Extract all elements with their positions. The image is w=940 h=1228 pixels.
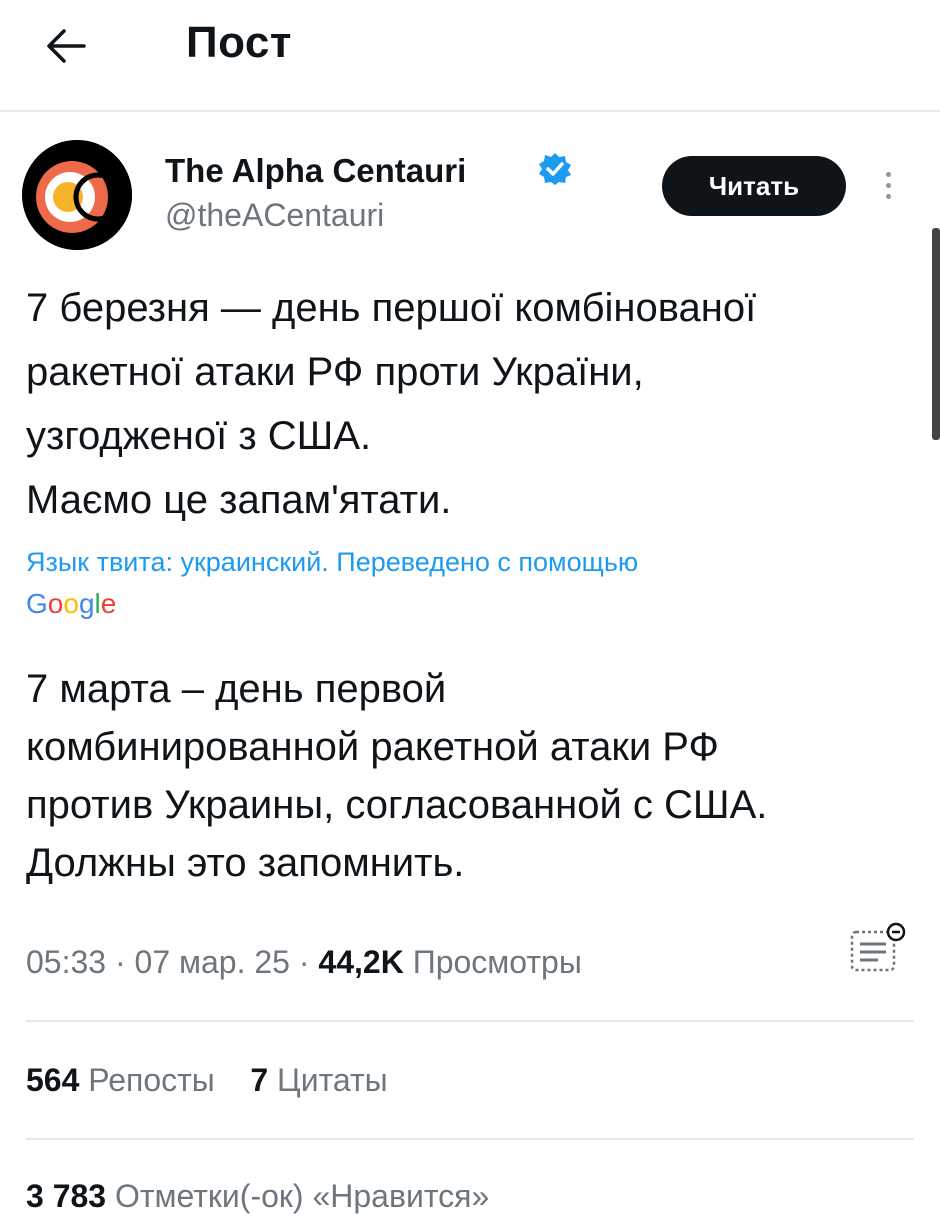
tweet-line: ракетної атаки РФ проти України, <box>26 350 644 394</box>
tweet-line: 7 березня — день першої комбінованої <box>26 286 757 330</box>
translated-line: Должны это запомнить. <box>26 841 465 885</box>
arrow-left-icon <box>47 29 86 63</box>
analytics-icon[interactable] <box>848 922 908 974</box>
likes-count: 3 783 <box>26 1178 107 1214</box>
views-count: 44,2K <box>318 944 404 980</box>
tweet-time[interactable]: 05:33 <box>26 944 106 980</box>
meta-separator: · <box>298 944 310 980</box>
likes-label: Отметки(-ок) «Нравится» <box>114 1178 490 1214</box>
tweet-date[interactable]: 07 мар. 25 <box>135 944 290 980</box>
quotes-stat[interactable]: 7 Цитаты <box>250 1062 387 1098</box>
stats-row-reposts: 564 Репосты 7 Цитаты <box>26 1062 388 1099</box>
tweet-text: 7 березня — день першої комбінованої рак… <box>26 276 926 532</box>
meta-separator: · <box>114 944 126 980</box>
quotes-count: 7 <box>250 1062 269 1098</box>
follow-button[interactable]: Читать <box>662 156 846 216</box>
alpha-centauri-logo <box>22 140 132 250</box>
translated-line: против Украины, согласованной с США. <box>26 783 768 827</box>
avatar[interactable] <box>22 140 132 250</box>
top-bar: Пост <box>0 0 940 110</box>
tweet-line: узгодженої з США. <box>26 414 372 458</box>
verified-badge-icon <box>538 152 572 186</box>
tweet-line: Маємо це запам'ятати. <box>26 478 452 522</box>
tweet-meta: 05:33 · 07 мар. 25 · 44,2K Просмотры <box>26 944 582 981</box>
author-handle[interactable]: @theACentauri <box>165 197 384 234</box>
reposts-label: Репосты <box>88 1062 215 1098</box>
translated-text: 7 марта – день первой комбинированной ра… <box>26 660 926 892</box>
translated-line: 7 марта – день первой <box>26 667 447 711</box>
translation-note[interactable]: Язык твита: украинский. Переведено с пом… <box>26 547 638 578</box>
reposts-stat[interactable]: 564 Репосты <box>26 1062 224 1098</box>
translated-line: комбинированной ракетной атаки РФ <box>26 725 719 769</box>
stats-row-likes: 3 783 Отметки(-ок) «Нравится» <box>26 1178 489 1215</box>
scrollbar[interactable] <box>932 228 940 440</box>
back-button[interactable] <box>40 22 92 70</box>
quotes-label: Цитаты <box>277 1062 388 1098</box>
likes-stat[interactable]: 3 783 Отметки(-ок) «Нравится» <box>26 1178 489 1214</box>
reposts-count: 564 <box>26 1062 80 1098</box>
page-title: Пост <box>186 18 292 67</box>
divider <box>26 1020 914 1022</box>
google-logo: Google <box>26 588 117 619</box>
more-vertical-icon[interactable] <box>876 168 900 208</box>
header-divider <box>0 110 940 112</box>
views-label: Просмотры <box>412 944 582 980</box>
author-name[interactable]: The Alpha Centauri <box>165 152 466 190</box>
divider <box>26 1138 914 1140</box>
